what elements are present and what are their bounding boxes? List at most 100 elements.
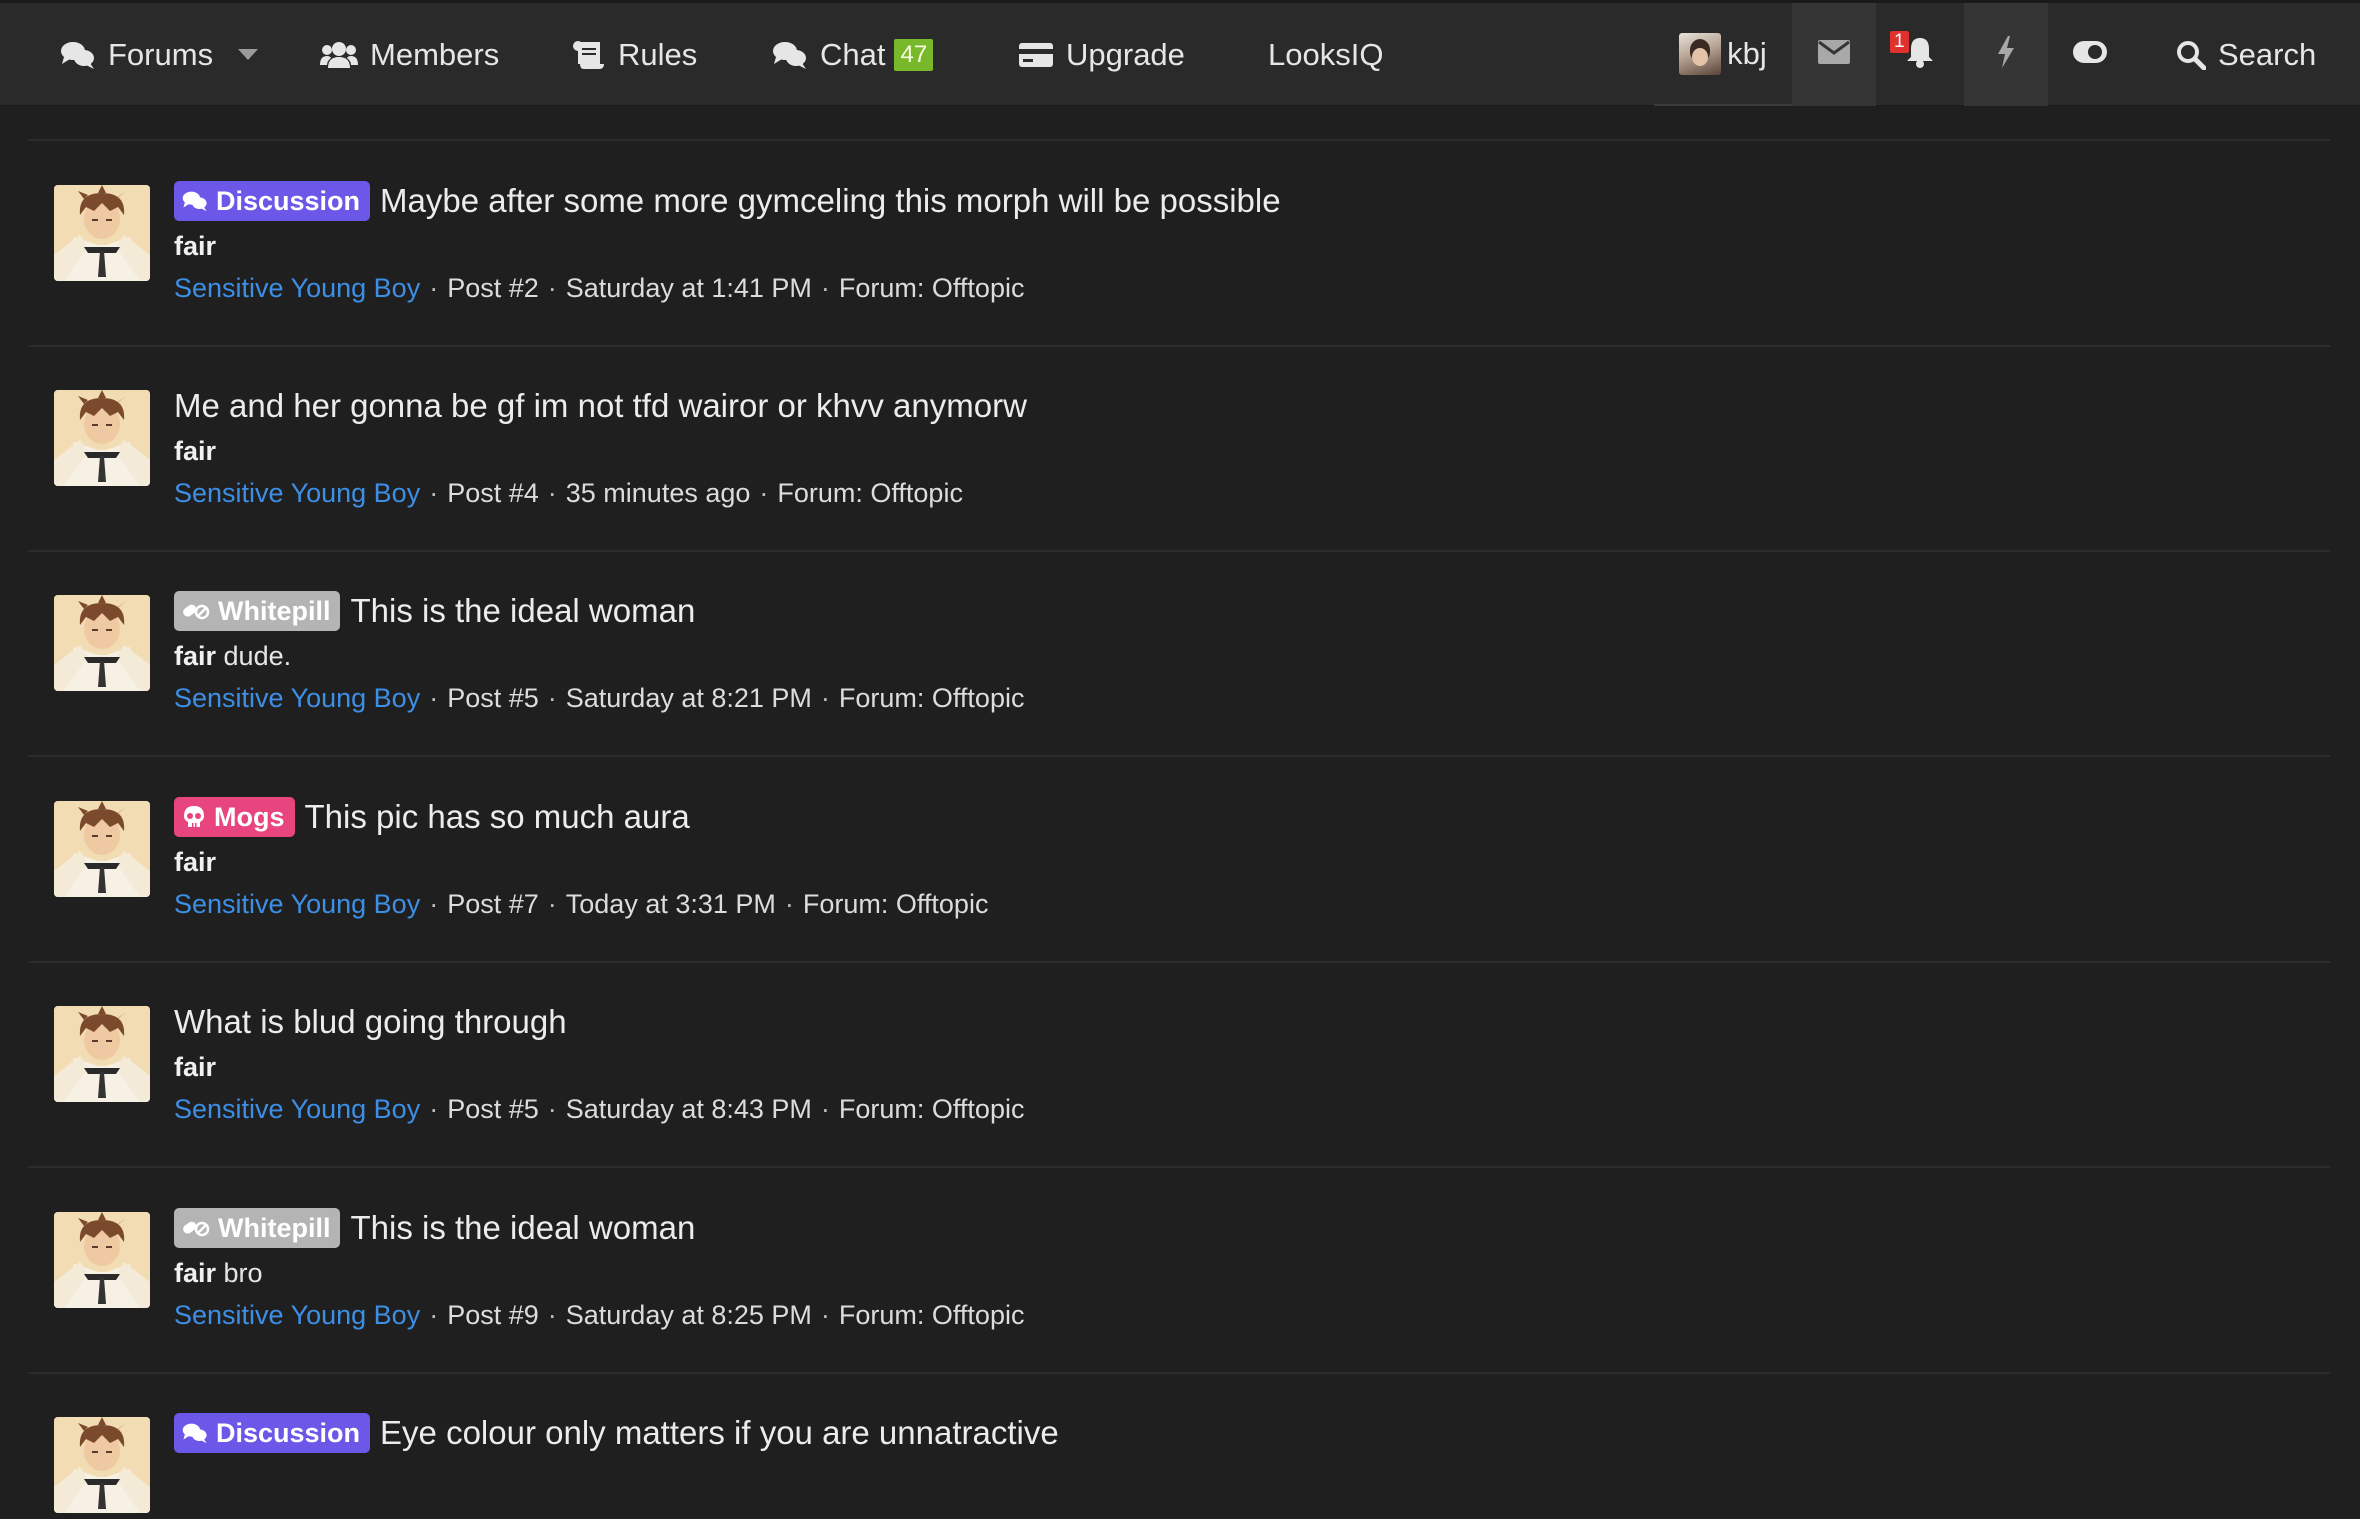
result-title-line[interactable]: Mogs This pic has so much aura [174,793,2330,841]
thread-title-link[interactable]: Maybe after some more gymceling this mor… [380,182,1281,220]
thread-title-link[interactable]: This pic has so much aura [305,798,690,836]
nav-rules[interactable]: Rules [572,3,697,106]
post-number: Post #5 [447,682,539,713]
result-title-line[interactable]: What is blud going through [174,998,2330,1046]
top-navbar: Forums Members Rules Chat 47 Upgrade Loo… [0,0,2360,106]
thread-prefix-label: Whitepill [218,595,331,626]
author-link[interactable]: Sensitive Young Boy [174,273,420,304]
nav-looksiq-label: LooksIQ [1268,36,1384,72]
result-meta: Sensitive Young Boy · Post #4 · 35 minutes a… [174,472,2330,514]
result-meta: Sensitive Young Boy · Post #7 · Today at 3:3… [174,883,2330,925]
inbox-button[interactable] [1792,3,1876,106]
meta-separator: · [429,272,439,303]
pills-icon [183,604,210,620]
meta-separator: · [820,1299,830,1330]
account-menu[interactable]: kbj [1654,3,1792,106]
username: kbj [1727,35,1767,71]
post-number: Post #5 [447,1093,539,1124]
search-result-row[interactable]: Whitepill This is the ideal woman fair bro… [28,1168,2330,1374]
nav-rules-label: Rules [618,36,698,72]
forum-link[interactable]: Forum: Offtopic [839,273,1025,304]
meta-separator: · [429,1093,439,1124]
nav-members[interactable]: Members [320,3,499,106]
meta-separator: · [547,682,557,713]
search-result-row[interactable]: What is blud going through fair Sensitive … [28,962,2330,1168]
avatar[interactable] [54,1417,150,1513]
meta-separator: · [784,888,794,919]
avatar[interactable] [54,595,150,691]
thread-prefix-badge[interactable]: Discussion [174,1413,371,1453]
comments-icon [182,1423,207,1444]
avatar-image [54,185,150,281]
avatar[interactable] [54,801,150,897]
search-result-row[interactable]: Whitepill This is the ideal woman fair dud… [28,551,2330,757]
forum-link[interactable]: Forum: Offtopic [839,683,1025,714]
nav-forums-dropdown[interactable] [238,3,258,106]
post-snippet: fair bro [174,1252,2330,1294]
result-meta: Sensitive Young Boy · Post #5 · Saturday at … [174,1088,2330,1130]
result-body: Discussion Maybe after some more gymcelin… [174,177,2330,309]
skull-icon [184,806,204,827]
result-title-line[interactable]: Discussion Maybe after some more gymcelin… [174,177,2330,225]
snippet-text: bro [216,1257,263,1288]
thread-prefix-badge[interactable]: Whitepill [174,591,341,631]
thread-title-link[interactable]: Me and her gonna be gf im not tfd wairor… [174,387,1027,425]
meta-separator: · [820,272,830,303]
meta-separator: · [547,888,557,919]
forum-link[interactable]: Forum: Offtopic [839,1300,1025,1331]
nav-upgrade[interactable]: Upgrade [1018,3,1185,106]
nav-members-label: Members [370,36,500,72]
meta-separator: · [429,1299,439,1330]
thread-prefix-badge[interactable]: Whitepill [174,1208,341,1248]
nav-forums[interactable]: Forums [60,3,213,106]
meta-separator: · [429,888,439,919]
nav-chat[interactable]: Chat 47 [772,3,934,106]
result-title-line[interactable]: Me and her gonna be gf im not tfd wairor… [174,382,2330,430]
meta-separator: · [429,477,439,508]
forum-link[interactable]: Forum: Offtopic [803,889,989,920]
forum-link[interactable]: Forum: Offtopic [777,478,963,509]
search-result-row[interactable]: Discussion Maybe after some more gymcelin… [28,141,2330,347]
thread-title-link[interactable]: This is the ideal woman [350,592,695,630]
thread-title-link[interactable]: What is blud going through [174,1003,567,1041]
thread-prefix-badge[interactable]: Discussion [174,181,371,221]
avatar-image [54,390,150,486]
avatar[interactable] [54,185,150,281]
avatar[interactable] [54,1212,150,1308]
search-result-row[interactable]: Mogs This pic has so much aura fair Sensiti… [28,757,2330,963]
author-link[interactable]: Sensitive Young Boy [174,683,420,714]
whats-new-button[interactable] [1964,3,2048,106]
author-link[interactable]: Sensitive Young Boy [174,478,420,509]
post-time: Saturday at 1:41 PM [565,272,812,303]
result-title-line[interactable]: Discussion Eye colour only matters if you… [174,1409,2330,1457]
thread-prefix-badge[interactable]: Mogs [174,797,295,837]
author-link[interactable]: Sensitive Young Boy [174,1300,420,1331]
search-result-row[interactable]: Discussion Eye colour only matters if you… [28,1373,2330,1519]
alerts-button[interactable] [1876,3,1964,106]
result-body: Discussion Eye colour only matters if you… [174,1409,2330,1457]
post-snippet: fair [174,225,2330,267]
meta-separator: · [820,1093,830,1124]
author-link[interactable]: Sensitive Young Boy [174,1094,420,1125]
avatar-image [54,1417,150,1513]
theme-toggle-button[interactable] [2048,3,2132,106]
forum-link[interactable]: Forum: Offtopic [839,1094,1025,1125]
avatar [1679,32,1722,75]
snippet-highlight: fair [174,435,217,466]
avatar[interactable] [54,390,150,486]
avatar[interactable] [54,1006,150,1102]
snippet-highlight: fair [174,230,217,261]
search-result-row[interactable]: Me and her gonna be gf im not tfd wairor… [28,346,2330,552]
nav-upgrade-label: Upgrade [1066,36,1185,72]
author-link[interactable]: Sensitive Young Boy [174,889,420,920]
thread-title-link[interactable]: Eye colour only matters if you are unnat… [380,1414,1059,1452]
result-meta: Sensitive Young Boy · Post #5 · Saturday at … [174,677,2330,719]
result-body: Whitepill This is the ideal woman fair dud… [174,587,2330,719]
search-button[interactable]: Search [2176,3,2316,106]
scroll-icon [572,40,606,70]
result-title-line[interactable]: Whitepill This is the ideal woman [174,587,2330,635]
pills-icon [183,1221,210,1237]
nav-looksiq[interactable]: LooksIQ [1268,3,1383,106]
result-title-line[interactable]: Whitepill This is the ideal woman [174,1204,2330,1252]
thread-title-link[interactable]: This is the ideal woman [350,1209,695,1247]
